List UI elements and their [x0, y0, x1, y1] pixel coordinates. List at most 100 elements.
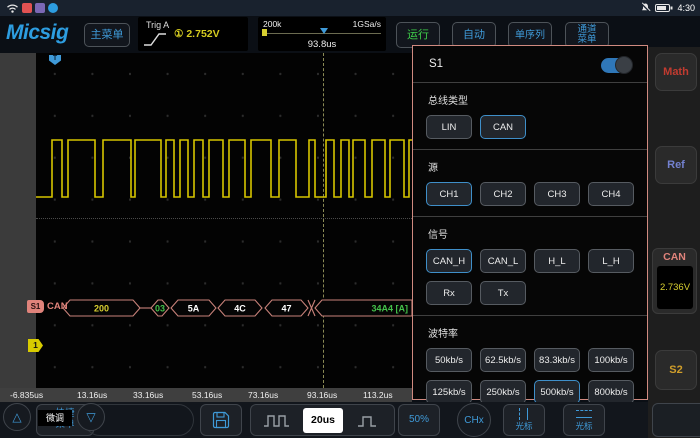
- vertical-cursor-button[interactable]: 光标: [503, 404, 545, 436]
- option-CAN[interactable]: CAN: [480, 115, 526, 139]
- option-CAN_L[interactable]: CAN_L: [480, 249, 526, 273]
- option-250kb-s[interactable]: 250kb/s: [480, 380, 526, 404]
- horizontal-cursor-button[interactable]: 光标: [563, 404, 605, 436]
- option-Rx[interactable]: Rx: [426, 281, 472, 305]
- sample-rate: 1GSa/s: [353, 19, 381, 29]
- app-icon-purple: [35, 3, 45, 13]
- chx-button[interactable]: CHx: [457, 403, 491, 437]
- option-CH2[interactable]: CH2: [480, 182, 526, 206]
- save-button[interactable]: [200, 404, 242, 436]
- option-CAN_H[interactable]: CAN_H: [426, 249, 472, 273]
- right-sidebar: Math Ref CAN 2.736V S2: [648, 47, 700, 438]
- decode-frame: 34A4 [A]: [315, 300, 412, 316]
- waveform-svg: 200 03 5A 4C47 34A4 [A]: [36, 53, 412, 388]
- timebase-group: 20us: [250, 404, 395, 436]
- main-menu-button[interactable]: 主菜单: [84, 23, 130, 47]
- option-LIN[interactable]: LIN: [426, 115, 472, 139]
- timestamp-label: 113.2us: [363, 390, 393, 400]
- section-label: 源: [428, 159, 634, 174]
- option-125kb-s[interactable]: 125kb/s: [426, 380, 472, 404]
- trigger-level: ① 2.752V: [174, 28, 220, 40]
- decode-frame: 47: [265, 300, 308, 316]
- vertical-cursor-label: 光标: [515, 422, 532, 432]
- math-button[interactable]: Math: [655, 53, 697, 91]
- timestamp-label: 53.16us: [192, 390, 222, 400]
- wifi-icon: [6, 3, 19, 13]
- toggle-knob: [615, 56, 633, 74]
- timestamp-label: 93.16us: [307, 390, 337, 400]
- trigger-50-button[interactable]: 50%: [398, 404, 440, 436]
- floppy-save-icon: [212, 411, 230, 429]
- fine-adjust-label: 微调: [38, 410, 72, 426]
- timestamp-label: -6.835us: [10, 390, 43, 400]
- waveform-area[interactable]: 200035A4C4734A4 [A] T: [36, 53, 412, 388]
- rising-edge-icon: [143, 30, 167, 48]
- trigger-info-box[interactable]: Trig A ① 2.752V: [138, 17, 248, 51]
- bell-muted-icon: [640, 2, 651, 13]
- adjust-down-button[interactable]: ▽: [77, 403, 105, 431]
- ref-button[interactable]: Ref: [655, 146, 697, 184]
- app-icon-red: [22, 3, 32, 13]
- panel-section: 总线类型 LIN CAN: [413, 82, 647, 149]
- trigger-channel-glyph: ①: [174, 28, 183, 40]
- option-62.5kb-s[interactable]: 62.5kb/s: [480, 348, 526, 372]
- timestamp-label: 73.16us: [248, 390, 278, 400]
- section-label: 总线类型: [428, 92, 634, 107]
- option-CH1[interactable]: CH1: [426, 182, 472, 206]
- decode-s1-badge[interactable]: S1: [27, 300, 44, 313]
- option-H_L[interactable]: H_L: [534, 249, 580, 273]
- trigger-label: Trig A: [146, 20, 169, 30]
- decode-frame: 03: [151, 300, 169, 316]
- decode-frame-value: 200: [94, 304, 109, 314]
- record-start-marker: [262, 29, 267, 36]
- timestamp-label: 33.16us: [133, 390, 163, 400]
- decode-bus-label: CAN: [47, 301, 68, 312]
- status-bar: 4:30: [0, 0, 700, 16]
- option-500kb-s[interactable]: 500kb/s: [534, 380, 580, 404]
- can-channel-button[interactable]: CAN 2.736V: [652, 248, 697, 314]
- timestamp-label: 13.16us: [77, 390, 107, 400]
- timestamp-strip: -6.835us 13.16us 33.16us 53.16us 73.16us 93.1…: [0, 388, 412, 402]
- panel-title: S1: [429, 58, 443, 70]
- option-L_H[interactable]: L_H: [588, 249, 634, 273]
- panel-section: 源 CH1 CH2 CH3 CH4: [413, 149, 647, 216]
- app-icon-blue: [48, 3, 58, 13]
- option-83.3kb-s[interactable]: 83.3kb/s: [534, 348, 580, 372]
- clock: 4:30: [677, 3, 695, 13]
- vertical-cursor-icon: [514, 408, 534, 420]
- s1-enable-toggle[interactable]: [601, 58, 631, 73]
- timebase-value[interactable]: 20us: [303, 408, 343, 433]
- decode-frame: 200: [63, 300, 140, 316]
- option-CH4[interactable]: CH4: [588, 182, 634, 206]
- decode-frame-value: 03: [155, 304, 165, 314]
- s2-button[interactable]: S2: [655, 350, 697, 390]
- trigger-position-marker: [320, 28, 328, 34]
- option-100kb-s[interactable]: 100kb/s: [588, 348, 634, 372]
- adjust-up-button[interactable]: △: [3, 403, 31, 431]
- bottom-toolbar: 快捷 菜单 △ 微调 ▽ 20us 50% CHx 光标: [0, 402, 648, 438]
- section-label: 信号: [428, 226, 634, 241]
- panel-sections: 总线类型 LIN CAN 源 CH1 CH2 CH3 CH4 信号 CAN_H CAN_L H_L L_…: [413, 82, 647, 438]
- oscilloscope-screen: Micsig 主菜单 Trig A ① 2.752V 200k 1GSa/s 9…: [0, 0, 700, 438]
- micsig-logo: Micsig: [6, 21, 68, 45]
- option-800kb-s[interactable]: 800kb/s: [588, 380, 634, 404]
- horizontal-cursor-icon: [574, 408, 594, 420]
- sidebar-empty-slot[interactable]: [652, 403, 700, 437]
- record-position-box[interactable]: 200k 1GSa/s 93.8us: [258, 17, 386, 51]
- battery-icon: [655, 3, 673, 13]
- pulse-icon: [357, 414, 378, 428]
- decode-frame: 4C: [218, 300, 262, 316]
- decode-frame-value: 34A4 [A]: [371, 304, 408, 314]
- horizontal-cursor-label: 光标: [575, 422, 592, 432]
- option-CH3[interactable]: CH3: [534, 182, 580, 206]
- section-label: 波特率: [428, 325, 634, 340]
- panel-section: 信号 CAN_H CAN_L H_L L_H Rx Tx: [413, 216, 647, 315]
- record-depth: 200k: [263, 19, 281, 29]
- option-Tx[interactable]: Tx: [480, 281, 526, 305]
- square-wave-icon: [263, 413, 291, 429]
- decode-frame-value: 5A: [188, 304, 200, 314]
- can-threshold-value: 2.736V: [657, 266, 693, 309]
- can-signal-trace: [36, 140, 412, 197]
- can-label: CAN: [653, 251, 696, 263]
- option-50kb-s[interactable]: 50kb/s: [426, 348, 472, 372]
